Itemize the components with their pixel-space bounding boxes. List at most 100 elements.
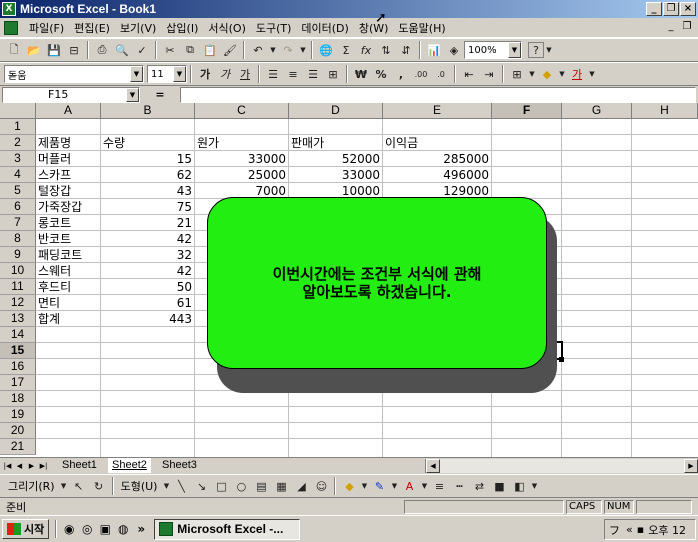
start-button[interactable]: 시작 xyxy=(2,519,50,539)
autoshapes-dropdown-icon[interactable]: ▼ xyxy=(161,476,171,496)
redo-icon[interactable]: ↷ xyxy=(278,40,298,60)
row-header-14[interactable]: 14 xyxy=(0,327,36,343)
row-header-19[interactable]: 19 xyxy=(0,407,36,423)
last-sheet-icon[interactable]: ▶| xyxy=(38,460,49,472)
drawing-icon[interactable]: ◈ xyxy=(444,40,464,60)
doc-minimize-icon[interactable]: _ xyxy=(664,21,678,34)
font-select[interactable]: 돋움 ▼ xyxy=(4,65,144,83)
fill-handle[interactable] xyxy=(559,357,564,362)
currency-button[interactable]: ₩ xyxy=(351,64,371,84)
help-dropdown-icon[interactable]: ▼ xyxy=(544,40,554,60)
row-header-15[interactable]: 15 xyxy=(0,343,36,359)
arrow-style-icon[interactable]: ⇄ xyxy=(469,476,489,496)
draw-font-color-icon[interactable]: A xyxy=(399,476,419,496)
diagram-icon[interactable]: ◢ xyxy=(291,476,311,496)
ie-quicklaunch-icon[interactable]: ◉ xyxy=(60,520,78,538)
cell-b6[interactable]: 75 xyxy=(101,199,194,215)
save-icon[interactable]: 💾 xyxy=(44,40,64,60)
hyperlink-icon[interactable]: 🌐 xyxy=(316,40,336,60)
media-quicklaunch-icon[interactable]: ◍ xyxy=(114,520,132,538)
3d-style-icon[interactable]: ◧ xyxy=(509,476,529,496)
row-header-1[interactable]: 1 xyxy=(0,119,36,135)
fill-color-dropdown-icon[interactable]: ▼ xyxy=(557,64,567,84)
draw-dropdown-icon[interactable]: ▼ xyxy=(59,476,69,496)
cell-e2[interactable]: 이익금 xyxy=(383,135,491,151)
cell-b5[interactable]: 43 xyxy=(101,183,194,199)
cell-a13-total-label[interactable]: 합계 xyxy=(36,311,100,327)
zoom-dropdown-icon[interactable]: ▼ xyxy=(508,42,521,58)
increase-decimal-button[interactable]: .00 xyxy=(411,64,431,84)
select-objects-icon[interactable]: ↖ xyxy=(69,476,89,496)
row-header-12[interactable]: 12 xyxy=(0,295,36,311)
font-size-select[interactable]: 11 ▼ xyxy=(147,65,187,83)
autosum-button[interactable]: Σ xyxy=(336,40,356,60)
row-header-16[interactable]: 16 xyxy=(0,359,36,375)
cell-a5[interactable]: 털장갑 xyxy=(36,183,100,199)
row-header-18[interactable]: 18 xyxy=(0,391,36,407)
merge-center-icon[interactable]: ⊞ xyxy=(323,64,343,84)
cell-a11[interactable]: 후드티 xyxy=(36,279,100,295)
shape-fill-icon[interactable]: ◆ xyxy=(339,476,359,496)
cell-d4[interactable]: 33000 xyxy=(289,167,382,183)
autoshapes-button[interactable]: 도형(U) xyxy=(117,478,162,494)
cell-b9[interactable]: 32 xyxy=(101,247,194,263)
menu-format[interactable]: 서식(O) xyxy=(203,20,250,36)
line-icon[interactable]: ╲ xyxy=(171,476,191,496)
column-header-h[interactable]: H xyxy=(632,103,698,119)
row-header-17[interactable]: 17 xyxy=(0,375,36,391)
undo-dropdown-icon[interactable]: ▼ xyxy=(268,40,278,60)
font-color-button[interactable]: 가 xyxy=(567,64,587,84)
cell-a8[interactable]: 반코트 xyxy=(36,231,100,247)
name-box[interactable]: F15 ▼ xyxy=(2,86,140,103)
cell-e4[interactable]: 496000 xyxy=(383,167,491,183)
line-style-icon[interactable]: ≡ xyxy=(429,476,449,496)
next-sheet-icon[interactable]: ▶ xyxy=(26,460,37,472)
cell-b4[interactable]: 62 xyxy=(101,167,194,183)
cell-b3[interactable]: 15 xyxy=(101,151,194,167)
cell-b13-total[interactable]: 443 xyxy=(101,311,194,327)
workbook-icon[interactable] xyxy=(4,20,18,35)
taskbar-excel-button[interactable]: Microsoft Excel -... xyxy=(154,518,301,540)
row-header-10[interactable]: 10 xyxy=(0,263,36,279)
redo-dropdown-icon[interactable]: ▼ xyxy=(298,40,308,60)
cell-a3[interactable]: 머플러 xyxy=(36,151,100,167)
sort-ascending-icon[interactable]: ⇅ xyxy=(376,40,396,60)
percent-button[interactable]: % xyxy=(371,64,391,84)
row-header-13[interactable]: 13 xyxy=(0,311,36,327)
cell-a4[interactable]: 스카프 xyxy=(36,167,100,183)
row-header-6[interactable]: 6 xyxy=(0,199,36,215)
decrease-indent-icon[interactable]: ⇤ xyxy=(459,64,479,84)
align-center-icon[interactable]: ≡ xyxy=(283,64,303,84)
cut-icon[interactable]: ✂ xyxy=(160,40,180,60)
quicklaunch-more-button[interactable]: » xyxy=(132,520,150,538)
bold-button[interactable]: 가 xyxy=(195,64,215,84)
cell-b7[interactable]: 21 xyxy=(101,215,194,231)
row-header-7[interactable]: 7 xyxy=(0,215,36,231)
wordart-icon[interactable]: ▦ xyxy=(271,476,291,496)
underline-button[interactable]: 가 xyxy=(235,64,255,84)
borders-icon[interactable]: ⊞ xyxy=(507,64,527,84)
column-header-c[interactable]: C xyxy=(195,103,289,119)
font-color-dropdown-icon[interactable]: ▼ xyxy=(587,64,597,84)
first-sheet-icon[interactable]: |◀ xyxy=(2,460,13,472)
menu-tools[interactable]: 도구(T) xyxy=(251,20,297,36)
draw-menu-button[interactable]: 그리기(R) xyxy=(4,478,59,494)
decrease-decimal-button[interactable]: .0 xyxy=(431,64,451,84)
tray-expand-button[interactable]: « xyxy=(626,523,633,536)
menu-data[interactable]: 데이터(D) xyxy=(296,20,353,36)
clip-art-icon[interactable]: ☺ xyxy=(311,476,331,496)
line-color-dropdown-icon[interactable]: ▼ xyxy=(389,476,399,496)
chart-wizard-icon[interactable]: 📊 xyxy=(424,40,444,60)
ime-icon[interactable]: フ xyxy=(609,522,620,538)
sheet-tab-2[interactable]: Sheet2 xyxy=(108,458,151,473)
permission-icon[interactable]: ⊟ xyxy=(64,40,84,60)
sort-descending-icon[interactable]: ⇵ xyxy=(396,40,416,60)
arrow-icon[interactable]: ↘ xyxy=(191,476,211,496)
row-header-21[interactable]: 21 xyxy=(0,439,36,455)
doc-restore-icon[interactable]: ❐ xyxy=(680,21,694,34)
cell-c4[interactable]: 25000 xyxy=(195,167,288,183)
comma-button[interactable]: , xyxy=(391,64,411,84)
cell-b12[interactable]: 61 xyxy=(101,295,194,311)
row-header-8[interactable]: 8 xyxy=(0,231,36,247)
cell-c2[interactable]: 원가 xyxy=(195,135,288,151)
